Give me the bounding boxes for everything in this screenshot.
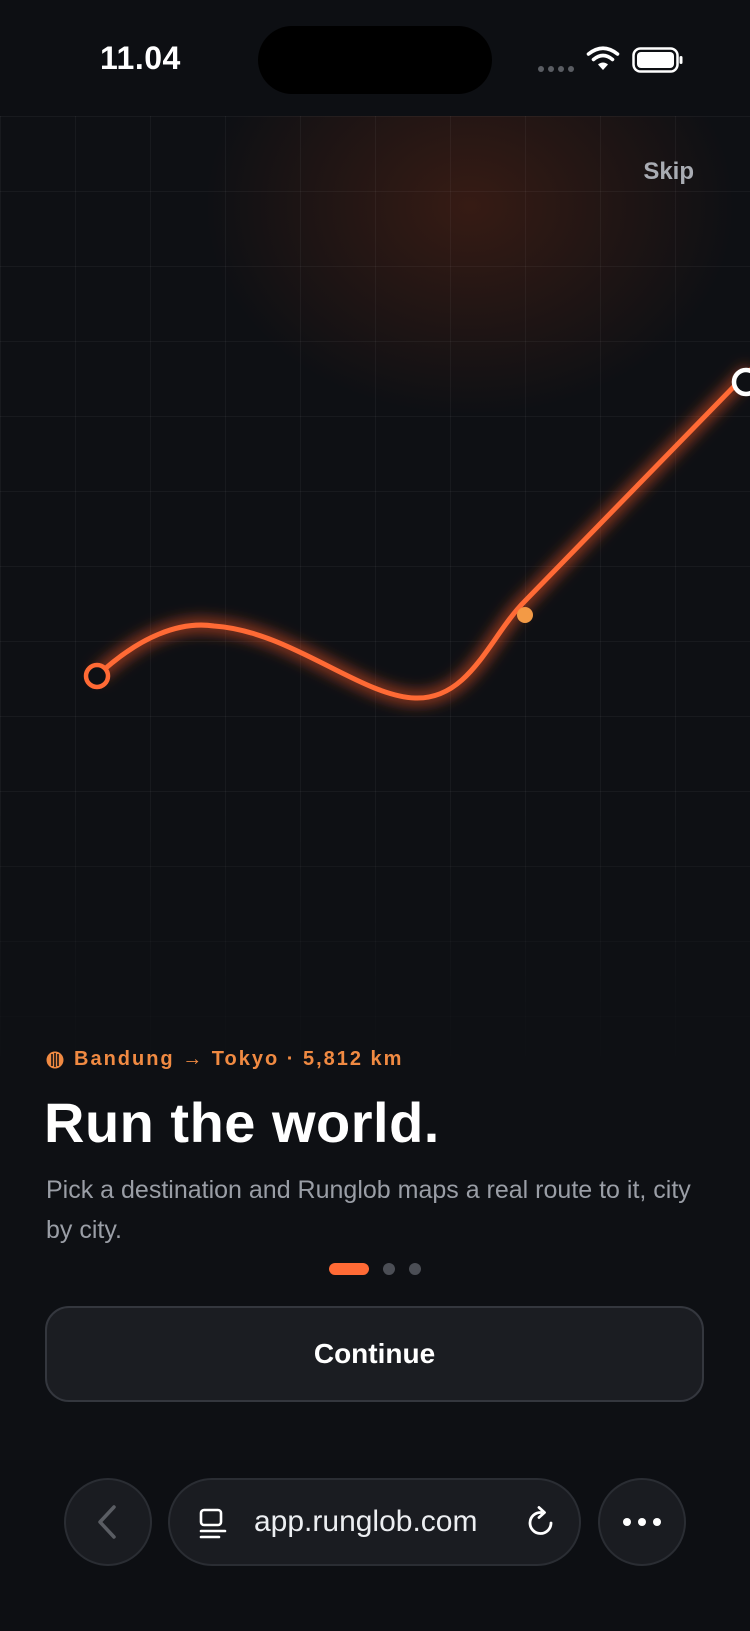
page-description: Pick a destination and Runglob maps a re…: [46, 1176, 691, 1244]
reload-icon[interactable]: [525, 1506, 557, 1540]
browser-toolbar: app.runglob.com: [0, 1460, 750, 1631]
status-bar: 11.04: [0, 0, 750, 116]
route-waypoint-marker: [517, 607, 533, 623]
continue-button[interactable]: Continue: [45, 1306, 704, 1402]
cellular-signal-icon: [538, 66, 574, 72]
route-meta-text: Bandung → Tokyo · 5,812 km: [74, 1048, 404, 1070]
page-title: Run the world.: [44, 1091, 440, 1154]
page-dot-active: [329, 1263, 369, 1275]
route-end-marker: [731, 367, 750, 397]
page-indicator: [0, 1263, 750, 1275]
url-text: app.runglob.com: [254, 1505, 478, 1538]
globe-icon: [46, 1051, 64, 1068]
more-button[interactable]: [598, 1478, 686, 1566]
tabs-icon: [199, 1508, 227, 1539]
skip-button[interactable]: Skip: [643, 158, 694, 186]
route-illustration: [0, 116, 750, 1096]
status-time: 11.04: [100, 40, 181, 76]
page-dot: [409, 1263, 421, 1275]
route-start-marker: [83, 662, 111, 690]
route-meta: Bandung → Tokyo · 5,812 km: [46, 1048, 403, 1071]
onboarding-screen: 11.04 Skip Bandung → Tokyo · 5,812 km Ru…: [0, 0, 750, 1631]
wifi-icon: [586, 46, 620, 70]
chevron-left-icon: [98, 1505, 116, 1539]
battery-icon: [632, 47, 683, 73]
route-path-graphic: [83, 365, 750, 706]
dynamic-island: [258, 26, 492, 94]
ellipsis-icon: [623, 1518, 661, 1526]
page-dot: [383, 1263, 395, 1275]
route-line-glow: [92, 365, 750, 706]
back-button[interactable]: [64, 1478, 152, 1566]
address-bar[interactable]: app.runglob.com: [168, 1478, 581, 1566]
route-line: [94, 367, 750, 701]
